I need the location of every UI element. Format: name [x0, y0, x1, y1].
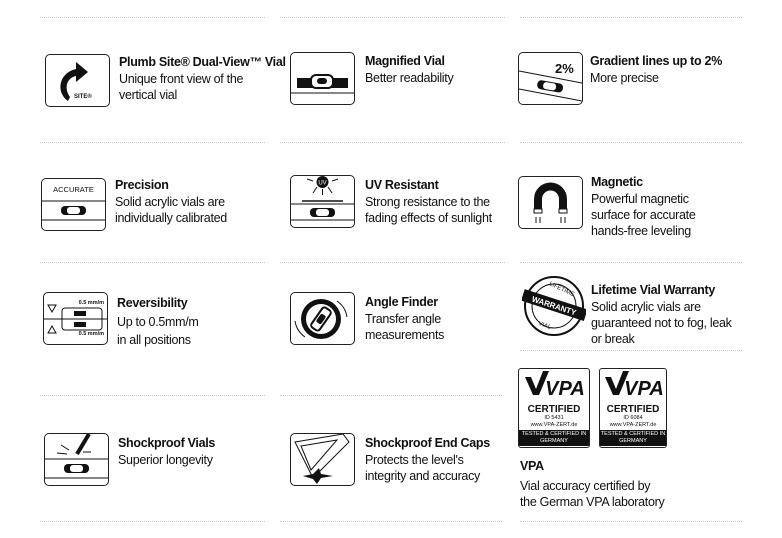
feature-title: VPA [520, 459, 544, 473]
feature-description: Solid acrylic vials are individually cal… [115, 195, 227, 225]
feature-title: Magnetic [591, 175, 643, 189]
divider [520, 17, 742, 18]
vpa-url: www.VPA-ZERT.de [609, 422, 657, 428]
svg-text:0.5 mm/m: 0.5 mm/m [79, 331, 104, 337]
feature-title: Plumb Site® Dual-View™ Vial [119, 55, 286, 69]
divider [40, 521, 265, 522]
feature-reversibility: Reversibility Up to 0.5mm/m in all posit… [117, 294, 199, 349]
vpa-certified-label: CERTIFIED [527, 404, 581, 415]
feature-gradient-lines: Gradient lines up to 2% More precise [590, 53, 722, 86]
feature-title: Reversibility [117, 296, 188, 310]
divider [520, 350, 742, 351]
end-cap-impact-icon [290, 433, 355, 486]
vpa-url: www.VPA-ZERT.de [530, 422, 578, 428]
feature-description: Unique front view of the vertical vial [119, 72, 244, 102]
feature-title: Precision [115, 178, 169, 192]
feature-description: Powerful magnetic surface for accurate h… [591, 192, 696, 238]
svg-text:2%: 2% [555, 61, 574, 76]
angle-finder-icon [290, 292, 355, 345]
feature-description: Vial accuracy certified by the German VP… [520, 479, 665, 509]
svg-text:0.5 mm/m: 0.5 mm/m [79, 300, 104, 306]
feature-uv-resistant: UV Resistant Strong resistance to the fa… [365, 177, 492, 226]
vpa-badge-icon: VPA CERTIFIED ID 5431 www.VPA-ZERT.de TE… [518, 368, 590, 448]
feature-vpa: VPA Vial accuracy certified by the Germa… [520, 458, 665, 510]
feature-title: UV Resistant [365, 178, 439, 192]
feature-description: More precise [590, 71, 659, 85]
vpa-badge-icon: VPA CERTIFIED ID 6084 www.VPA-ZERT.de TE… [599, 368, 667, 448]
feature-description: Better readability [365, 71, 454, 85]
feature-description: Solid acrylic vials are guaranteed not t… [591, 300, 732, 346]
feature-title: Angle Finder [365, 295, 438, 309]
warranty-seal-icon: LIFETIME WARRANTY VIAL [521, 274, 588, 338]
feature-magnetic: Magnetic Powerful magnetic surface for a… [591, 174, 696, 239]
divider [280, 395, 502, 396]
reversible-vial-icon: 0.5 mm/m 0.5 mm/m [43, 292, 108, 345]
vpa-certified-label: CERTIFIED [606, 404, 660, 415]
divider [40, 17, 265, 18]
plumb-site-icon: PLUMB SITE® [45, 54, 110, 107]
divider [40, 395, 265, 396]
divider [520, 521, 742, 522]
feature-shockproof-vials: Shockproof Vials Superior longevity [118, 435, 215, 468]
vpa-id: ID 6084 [623, 415, 643, 421]
svg-text:PLUMB: PLUMB [70, 87, 92, 93]
shockproof-vial-icon [44, 433, 109, 486]
feature-plumb-site: Plumb Site® Dual-View™ Vial Unique front… [119, 54, 286, 103]
vpa-id: ID 5431 [544, 415, 564, 421]
vpa-footer: TESTED & CERTIFIED IN GERMANY [600, 430, 666, 446]
divider [40, 262, 265, 263]
divider [520, 262, 742, 263]
divider [280, 262, 505, 263]
feature-title: Gradient lines up to 2% [590, 54, 723, 68]
feature-title: Shockproof End Caps [365, 436, 490, 450]
feature-description: Transfer angle measurements [365, 312, 445, 342]
feature-description: Protects the level's integrity and accur… [365, 453, 480, 483]
svg-text:VPA: VPA [545, 378, 585, 399]
divider [520, 142, 742, 143]
magnified-vial-icon [290, 52, 355, 105]
magnet-icon [518, 176, 583, 229]
feature-lifetime-warranty: Lifetime Vial Warranty Solid acrylic via… [591, 282, 732, 347]
uv-sun-icon: UV [290, 175, 355, 228]
feature-title: Shockproof Vials [118, 436, 216, 450]
feature-description: Up to 0.5mm/m in all positions [117, 315, 199, 347]
feature-title: Lifetime Vial Warranty [591, 283, 715, 297]
feature-angle-finder: Angle Finder Transfer angle measurements [365, 294, 444, 343]
svg-text:VPA: VPA [624, 378, 664, 399]
feature-shockproof-end-caps: Shockproof End Caps Protects the level's… [365, 435, 490, 484]
feature-title: Magnified Vial [365, 54, 445, 68]
svg-text:SITE®: SITE® [74, 93, 92, 100]
accurate-vial-icon: ACCURATE [41, 178, 106, 231]
feature-precision: Precision Solid acrylic vials are indivi… [115, 177, 227, 226]
gradient-vial-icon: 2% [518, 52, 583, 105]
feature-description: Superior longevity [118, 453, 213, 467]
divider [280, 521, 502, 522]
divider [40, 142, 265, 143]
svg-text:UV: UV [318, 181, 326, 187]
feature-magnified-vial: Magnified Vial Better readability [365, 53, 454, 86]
divider [280, 142, 505, 143]
svg-text:ACCURATE: ACCURATE [53, 185, 94, 194]
divider [280, 17, 505, 18]
feature-description: Strong resistance to the fading effects … [365, 195, 492, 225]
vpa-footer: TESTED & CERTIFIED IN GERMANY [519, 430, 589, 446]
